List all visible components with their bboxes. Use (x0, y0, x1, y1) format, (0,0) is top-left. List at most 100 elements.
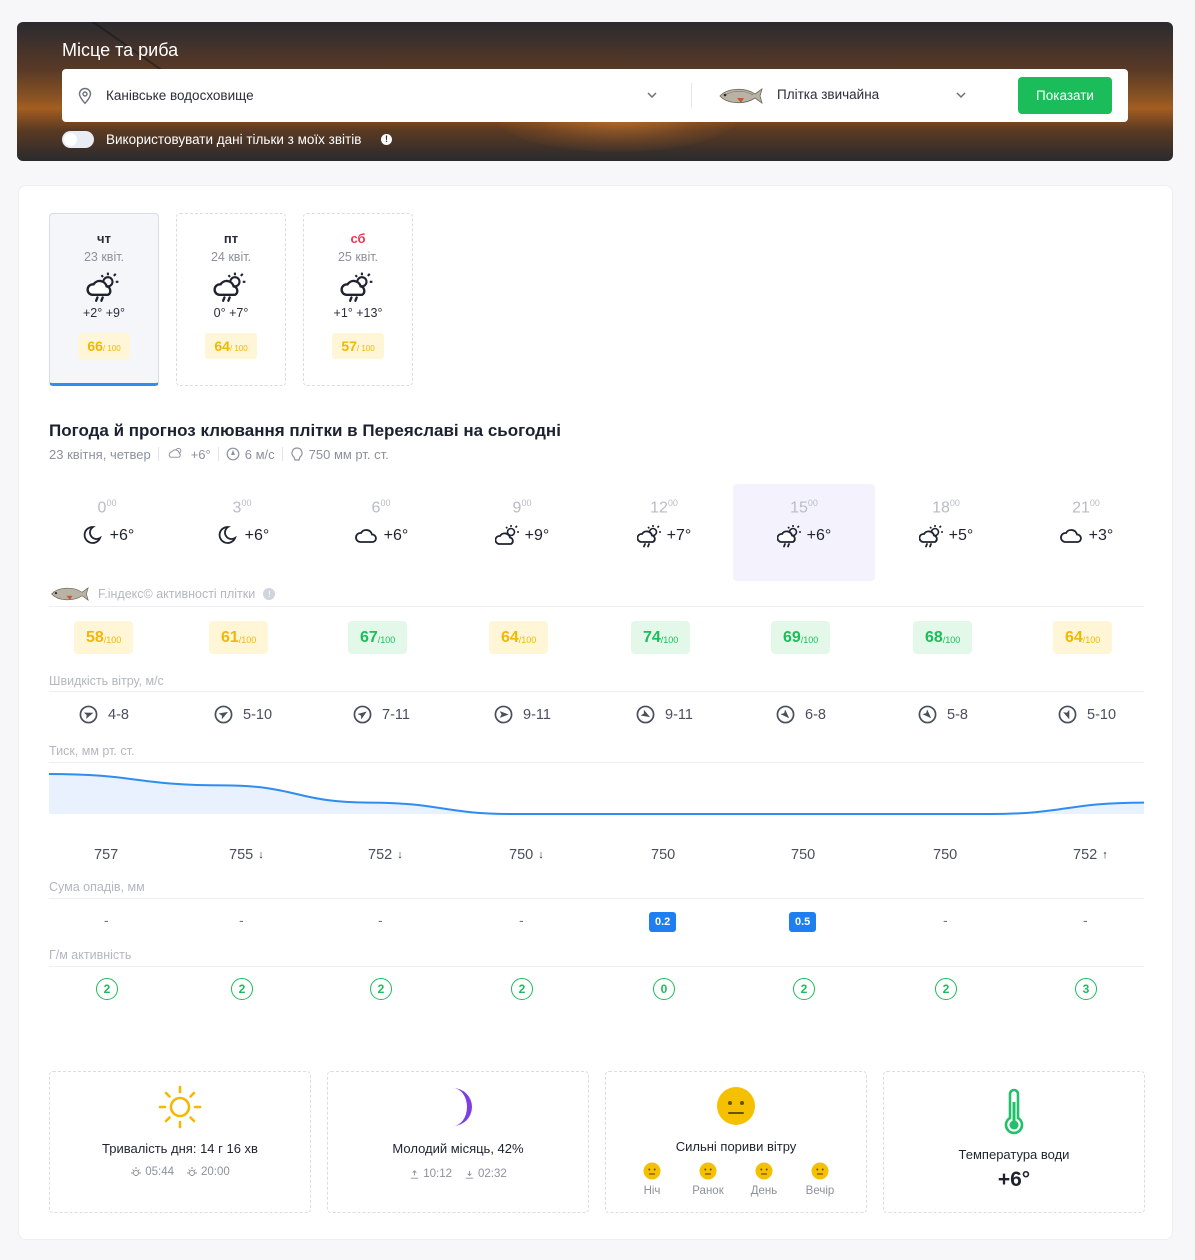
gust-period-label: Ніч (643, 1185, 661, 1197)
precip-value: - (239, 912, 244, 928)
water-temp-card: Температура води +6° (883, 1071, 1145, 1213)
pressure-icon (291, 446, 303, 461)
location-select[interactable]: Канівське водосховище (106, 88, 254, 103)
pressure-number: 755 (229, 847, 254, 863)
hour-label: 1500 (744, 498, 864, 517)
activity-score-badge: 74/100 (631, 621, 691, 654)
pressure-value: 750 ↓ (509, 847, 544, 863)
day-score-badge: 64/ 100 (205, 333, 257, 359)
hour-minutes: 00 (667, 498, 678, 508)
wind-speed: 9-11 (494, 705, 551, 724)
activity-score-badge: 69/100 (771, 621, 831, 654)
hour-weather: +7° (604, 523, 724, 549)
precip-badge: 0.5 (789, 912, 817, 932)
wind-value: 5-10 (243, 706, 273, 723)
geomag-badge: 3 (1075, 978, 1097, 1000)
hour-temp: +3° (1088, 527, 1114, 545)
day-score-max: / 100 (102, 344, 121, 353)
hour-temp: +6° (244, 527, 270, 545)
day-tab-чт[interactable]: чт 23 квіт. +2° +9° 66/ 100 (49, 213, 159, 386)
activity-score-badge: 64/100 (1053, 621, 1113, 654)
hour-label: 2100 (1026, 498, 1146, 517)
moonset: 02:32 (464, 1168, 507, 1180)
pressure-number: 750 (509, 847, 534, 863)
hour-label: 600 (321, 498, 441, 517)
pressure-trend-arrow: ↓ (538, 849, 544, 861)
sunset: 20:00 (186, 1166, 230, 1178)
day-length-title: Тривалість дня: 14 г 16 хв (102, 1141, 258, 1156)
chevron-down-icon[interactable] (646, 89, 658, 101)
moon-card: Молодий місяць, 42% 10:12 02:32 (327, 1071, 589, 1213)
divider (217, 447, 219, 461)
pressure-number: 752 (368, 847, 393, 863)
info-icon[interactable]: ! (381, 134, 392, 145)
geomag-badge: 2 (370, 978, 392, 1000)
wind-speed: 9-11 (636, 705, 693, 724)
wind-direction-icon (918, 705, 937, 724)
hour-minutes: 00 (949, 498, 960, 508)
activity-score-max: /100 (238, 634, 257, 645)
sun-icon (158, 1085, 202, 1129)
header-title: Місце та риба (62, 40, 179, 60)
wind-direction-icon (353, 705, 372, 724)
hour-column: 1800 +5° (886, 498, 1006, 549)
own-reports-toggle[interactable] (62, 131, 94, 148)
show-button[interactable]: Показати (1018, 77, 1112, 114)
hour-temp: +9° (524, 527, 550, 545)
hour-minutes: 00 (807, 498, 818, 508)
geomag-badge: 2 (96, 978, 118, 1000)
day-tab-пт[interactable]: пт 24 квіт. 0° +7° 64/ 100 (176, 213, 286, 386)
sunrise-icon (131, 1167, 142, 1176)
divider (49, 898, 1144, 899)
cloud-rain-sun-icon (213, 272, 246, 302)
hour-temp: +6° (806, 527, 832, 545)
activity-score: 67 (360, 628, 378, 646)
cloud-rain-sun-icon (776, 525, 801, 548)
day-name: пт (223, 231, 239, 246)
hour-value: 21 (1072, 499, 1090, 517)
chevron-down-icon[interactable] (955, 89, 967, 101)
cloud-icon (354, 529, 377, 544)
hour-weather: +6° (182, 523, 302, 549)
hour-column: 1200 +7° (604, 498, 724, 549)
wind-direction-icon (1058, 705, 1077, 724)
wind-value: 5-8 (947, 706, 968, 723)
pressure-value: 752 ↓ (368, 847, 403, 863)
wind-direction-icon (636, 705, 655, 724)
activity-score: 68 (925, 628, 943, 646)
pressure-number: 750 (791, 847, 816, 863)
page-title: Погода й прогноз клювання плітки в Перея… (49, 421, 561, 440)
activity-header: F.індекс© активності плітки ! (49, 584, 276, 604)
hour-value: 18 (932, 499, 950, 517)
gust-period-label: Ранок (692, 1185, 724, 1197)
hour-minutes: 00 (241, 498, 252, 508)
hour-minutes: 00 (1089, 498, 1100, 508)
pressure-chart (49, 773, 1144, 815)
activity-score: 74 (643, 628, 661, 646)
wind-speed: 5-10 (214, 705, 272, 724)
pressure-trend-arrow: ↓ (397, 849, 403, 861)
pressure-value: 750 (933, 847, 957, 863)
divider (691, 83, 692, 108)
activity-score-badge: 67/100 (348, 621, 408, 654)
geomag-badge: 2 (935, 978, 957, 1000)
precip-value: - (519, 912, 524, 928)
neutral-face-icon (755, 1162, 773, 1180)
partly-cloudy-icon (494, 525, 519, 546)
thermometer-icon (1004, 1088, 1024, 1135)
day-temp-range: +1° +13° (333, 306, 383, 320)
precip-value: - (104, 912, 109, 928)
wind-speed: 5-8 (918, 705, 968, 724)
pressure-value: 755 ↓ (229, 847, 264, 863)
fish-select[interactable]: Плітка звичайна (777, 87, 879, 102)
day-tab-сб[interactable]: сб 25 квіт. +1° +13° 57/ 100 (303, 213, 413, 386)
wind-value: 7-11 (382, 706, 410, 723)
hour-weather: +3° (1026, 523, 1146, 549)
wind-speed: 5-10 (1058, 705, 1116, 724)
geomag-badge: 2 (793, 978, 815, 1000)
forecast-pressure: 750 мм рт. ст. (308, 446, 389, 462)
gust-period: День (747, 1162, 781, 1197)
info-icon[interactable]: ! (263, 588, 276, 600)
day-name: сб (350, 231, 366, 246)
hour-minutes: 00 (106, 498, 117, 508)
